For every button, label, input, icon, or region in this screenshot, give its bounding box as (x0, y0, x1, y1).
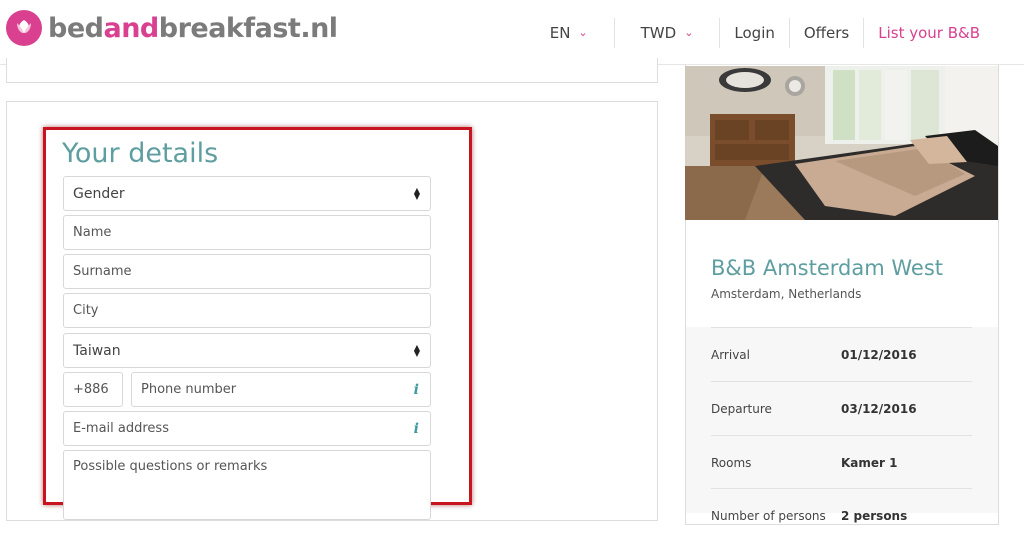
language-label: EN (549, 23, 571, 42)
list-your-bb-link[interactable]: List your B&B (863, 17, 1024, 48)
property-photo (685, 66, 998, 220)
detail-label: Departure (711, 402, 772, 416)
top-nav: EN ⌄ TWD ⌄ Login Offers List your B&B (524, 0, 1024, 65)
city-input[interactable]: City (63, 293, 431, 328)
chevron-down-icon: ⌄ (684, 26, 694, 39)
select-arrows-icon: ▲ ▼ (413, 185, 420, 201)
detail-label: Rooms (711, 456, 752, 470)
detail-value: Kamer 1 (841, 456, 898, 470)
previous-section-panel (6, 58, 658, 83)
chevron-down-icon: ⌄ (578, 26, 588, 39)
detail-row-arrival: Arrival 01/12/2016 (711, 327, 972, 381)
email-input[interactable]: E-mail address i (63, 411, 431, 446)
country-select[interactable]: Taiwan ▲ ▼ (63, 333, 431, 368)
gender-select[interactable]: Gender ▲ ▼ (63, 176, 431, 211)
surname-input[interactable]: Surname (63, 254, 431, 289)
info-icon[interactable]: i (414, 421, 419, 437)
tulip-logo-icon (6, 10, 42, 46)
phone-number-input[interactable]: Phone number i (131, 372, 431, 407)
currency-selector[interactable]: TWD ⌄ (613, 17, 720, 48)
property-name: B&B Amsterdam West (711, 256, 944, 280)
select-arrows-icon: ▲ ▼ (413, 342, 420, 358)
name-input[interactable]: Name (63, 215, 431, 250)
logo-wordmark: bedandbreakfast.nl (48, 12, 338, 44)
currency-label: TWD (640, 23, 677, 42)
language-selector[interactable]: EN ⌄ (524, 18, 614, 48)
detail-label: Arrival (711, 348, 750, 362)
detail-row-departure: Departure 03/12/2016 (711, 381, 972, 435)
property-location: Amsterdam, Netherlands (711, 287, 862, 301)
detail-value: 2 persons (841, 509, 908, 523)
detail-label: Number of persons (711, 509, 826, 523)
detail-value: 03/12/2016 (841, 402, 917, 416)
info-icon[interactable]: i (414, 382, 419, 398)
site-logo[interactable]: bedandbreakfast.nl (6, 10, 338, 46)
login-link[interactable]: Login (719, 17, 788, 48)
detail-row-rooms: Rooms Kamer 1 (711, 435, 972, 489)
section-title: Your details (62, 138, 219, 169)
site-header: bedandbreakfast.nl EN ⌄ TWD ⌄ Login Offe… (0, 0, 1024, 65)
remarks-textarea[interactable]: Possible questions or remarks (63, 450, 431, 520)
offers-link[interactable]: Offers (788, 17, 863, 48)
detail-value: 01/12/2016 (841, 348, 917, 362)
detail-row-persons: Number of persons 2 persons (711, 488, 972, 542)
phone-code-input[interactable]: +886 (63, 372, 123, 407)
